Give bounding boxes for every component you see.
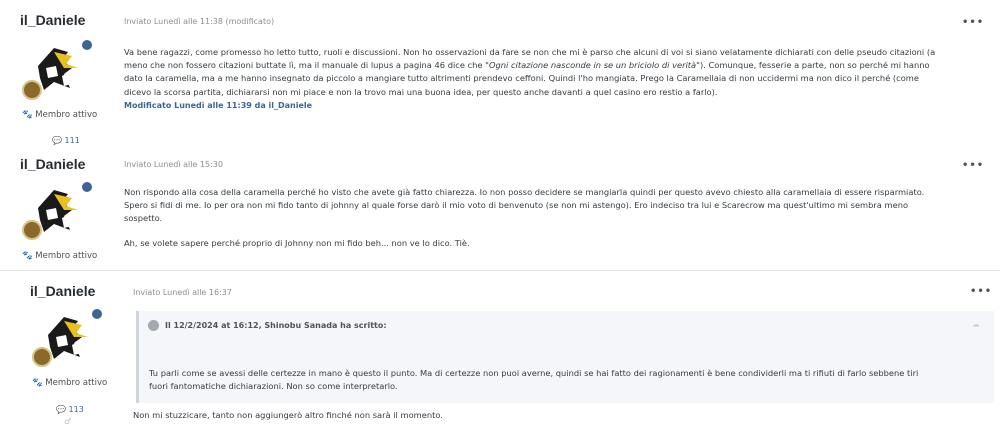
paw-icon: 🐾 [22,110,33,120]
modified-note: Modificato Lunedì alle 11:39 da il_Danie… [124,100,313,110]
post-count[interactable]: 💬 113 [56,405,84,414]
author-name[interactable]: il_Daniele [20,156,98,172]
status-badge [90,307,104,321]
rank-badge-icon [22,220,42,240]
post-line: Ah, se volete sapere perché proprio di J… [124,237,470,248]
post-options-button[interactable]: ••• [970,286,992,297]
post-count[interactable]: 💬 111 [52,136,80,145]
post-options-button[interactable]: ••• [962,160,984,171]
post-date[interactable]: Inviato Lunedì alle 11:38 (modificato) [124,17,274,26]
post-content: Va bene ragazzi, come promesso ho letto … [124,46,984,112]
paw-icon: 🐾 [32,378,43,388]
post-2: il_Daniele 🐾 Membro attivo Inviato Luned… [0,150,1000,268]
post-1: il_Daniele 🐾 Membro attivo 💬 111 Inviato… [0,0,1000,145]
post-line: Va bene ragazzi, come promesso ho letto … [124,47,936,57]
rank-badge-icon [32,347,52,367]
post-date[interactable]: Inviato Lunedì alle 15:30 [124,160,223,169]
member-group: 🐾 Membro attivo [22,110,98,120]
paw-icon: 🐾 [22,251,33,261]
post-line: sospetto. [124,213,163,224]
post-line: dato la caramella, ma a me hanno insegna… [124,73,919,84]
quote-text: Tu parli come se avessi delle certezze i… [149,367,989,393]
italic-citation: Ogni citazione nasconde in se un briciol… [488,60,697,71]
status-badge [80,38,94,52]
post-line: dicevo la scorsa partita, dichiararsi no… [124,86,718,97]
status-badge [80,180,94,194]
post-line: meno che non fossero citazioni buttate l… [124,60,930,71]
post-options-button[interactable]: ••• [962,17,984,28]
quote-toggle-icon[interactable] [148,320,159,331]
member-group: 🐾 Membro attivo [22,251,98,261]
post-content: Non mi stuzzicare, tanto non aggiungerò … [133,409,993,422]
post-content: Non rispondo alla cosa della caramella p… [124,186,984,250]
author-name[interactable]: il_Daniele [30,283,108,299]
quote-line: Tu parli come se avessi delle certezze i… [149,368,919,378]
share-icon[interactable]: ➦ [973,321,980,330]
quote-header[interactable]: Il 12/2/2024 at 16:12, Shinobu Sanada ha… [165,321,387,330]
quote-line: fuori fantomatiche dichiarazioni. Non so… [149,381,398,392]
post-line: Spero si fidi di me. Io per ora non mi f… [124,200,909,211]
post-date[interactable]: Inviato Lunedì alle 16:37 [133,288,232,297]
author-name[interactable]: il_Daniele [20,12,98,28]
comment-icon: 💬 [56,405,66,414]
gender-icon: ♂ [64,417,72,426]
rank-badge-icon [22,80,42,100]
post-line: Non mi stuzzicare, tanto non aggiungerò … [133,410,443,420]
post-3: il_Daniele 🐾 Membro attivo 💬 113 ♂ Invia… [0,271,1000,437]
post-line: Non rispondo alla cosa della caramella p… [124,187,925,197]
quote-block: Il 12/2/2024 at 16:12, Shinobu Sanada ha… [136,311,994,403]
member-group: 🐾 Membro attivo [32,378,108,388]
comment-icon: 💬 [52,136,62,145]
